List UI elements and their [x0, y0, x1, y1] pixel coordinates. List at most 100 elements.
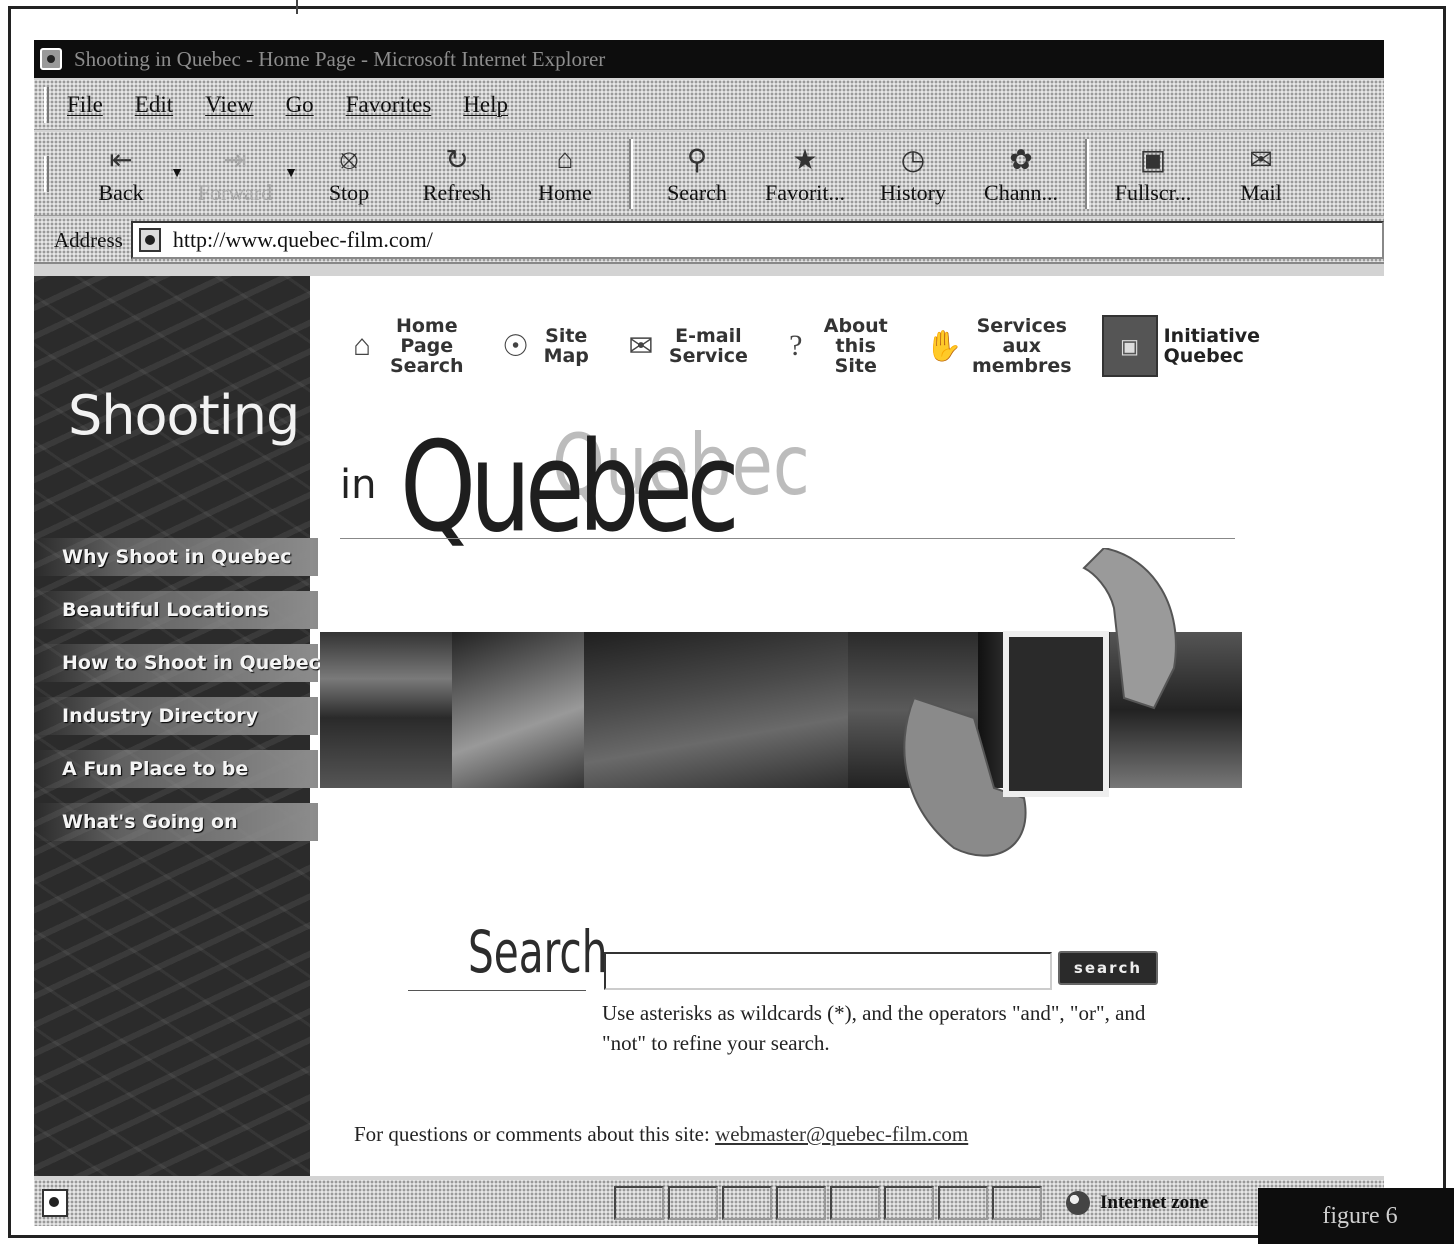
- search-toolbar-label: Search: [667, 179, 727, 205]
- address-input[interactable]: http://www.quebec-film.com/: [130, 221, 1384, 259]
- security-zone[interactable]: Internet zone: [1066, 1186, 1208, 1220]
- window-title: Shooting in Quebec - Home Page - Microso…: [74, 46, 606, 71]
- menubar-grip[interactable]: [44, 86, 49, 123]
- toolbar-separator: [1085, 138, 1089, 209]
- channels-button[interactable]: ✿ Chann...: [967, 136, 1075, 212]
- frame-tick: [296, 0, 298, 14]
- address-label: Address: [54, 227, 123, 252]
- stop-label: Stop: [328, 179, 370, 205]
- sidebar-link-fun-place[interactable]: A Fun Place to be: [34, 750, 318, 788]
- search-section: Search search Use asterisks as wildcards…: [34, 916, 1384, 1056]
- ie-app-icon[interactable]: [40, 48, 62, 70]
- fullscreen-label: Fullscr...: [1114, 179, 1192, 205]
- home-magnifier-icon: ⌂: [352, 329, 371, 362]
- menu-go[interactable]: Go: [286, 92, 314, 118]
- sidebar-link-locations[interactable]: Beautiful Locations: [34, 591, 318, 629]
- status-panel: [938, 1186, 988, 1220]
- sidebar-link-why-shoot[interactable]: Why Shoot in Quebec: [34, 538, 318, 576]
- figure-caption: figure 6: [1258, 1188, 1454, 1244]
- status-panels: [614, 1186, 1046, 1220]
- mail-icon: ✉: [1249, 144, 1273, 176]
- history-button[interactable]: ◷ History: [859, 136, 967, 212]
- sidebar-link-whats-going-on[interactable]: What's Going on: [34, 803, 318, 841]
- sidebar-link-industry-directory[interactable]: Industry Directory: [34, 697, 318, 735]
- photo-park: [584, 632, 848, 788]
- initiative-logo-icon: ▣: [1101, 315, 1158, 377]
- refresh-label: Refresh: [422, 179, 492, 205]
- back-arrow-icon: ⇤: [109, 144, 133, 176]
- nav-email-label: E-mail Service: [668, 325, 748, 367]
- status-panel: [614, 1186, 664, 1220]
- back-label: Back: [98, 179, 144, 205]
- nav-home-search-label: Home Page Search: [390, 315, 464, 377]
- nav-initiative-label: Initiative Quebec: [1163, 325, 1260, 367]
- question-house-icon: ?: [789, 329, 803, 362]
- nav-home-search[interactable]: ⌂ Home Page Search: [340, 316, 464, 376]
- page-content: Shooting Why Shoot in Quebec Beautiful L…: [34, 276, 1384, 1176]
- nav-services-membres[interactable]: ✋ Services aux membres: [922, 315, 1072, 377]
- nav-about-label: About this Site: [823, 315, 888, 377]
- favorites-folder-icon: ★: [792, 144, 818, 176]
- toolbar-separator: [629, 138, 633, 209]
- nav-initiative-quebec[interactable]: ▣ Initiative Quebec: [1101, 315, 1260, 377]
- home-label: Home: [538, 179, 592, 205]
- search-hint: Use asterisks as wildcards (*), and the …: [602, 1001, 1146, 1055]
- menu-file[interactable]: File: [67, 92, 103, 118]
- back-button[interactable]: ⇤ Back: [67, 136, 175, 212]
- menu-edit[interactable]: Edit: [135, 92, 173, 118]
- refresh-icon: ↻: [445, 144, 469, 176]
- search-button[interactable]: search: [1058, 951, 1158, 985]
- menu-favorites[interactable]: Favorites: [346, 92, 432, 118]
- browser-window: Shooting in Quebec - Home Page - Microso…: [34, 40, 1384, 1226]
- status-panel: [722, 1186, 772, 1220]
- menu-help[interactable]: Help: [463, 92, 508, 118]
- top-nav: ⌂ Home Page Search ☉ Site Map ✉ E-mail S…: [340, 306, 1290, 386]
- menu-view[interactable]: View: [205, 92, 253, 118]
- fullscreen-button[interactable]: ▣ Fullscr...: [1099, 136, 1207, 212]
- home-icon: ⌂: [556, 143, 574, 175]
- nav-about-site[interactable]: ? About this Site: [778, 316, 892, 376]
- hand-framing-graphic: [903, 548, 1177, 857]
- search-globe-icon: ⚲: [686, 144, 708, 176]
- refresh-button[interactable]: ↻ Refresh: [403, 136, 511, 212]
- nav-services-label: Services aux membres: [971, 315, 1072, 377]
- webmaster-email-link[interactable]: webmaster@quebec-film.com: [715, 1122, 968, 1146]
- standard-toolbar: ⇤ Back ▼ ⇥ Forward ▼ ⦻ Stop ↻ Refresh ⌂ …: [34, 132, 1384, 216]
- history-label: History: [880, 179, 946, 205]
- mail-button[interactable]: ✉ Mail: [1207, 136, 1315, 212]
- favorites-label: Favorit...: [764, 179, 846, 205]
- envelope-icon: ✉: [628, 329, 654, 363]
- status-page-icon: [42, 1189, 68, 1217]
- status-panel: [992, 1186, 1042, 1220]
- logo-in: in: [340, 462, 377, 508]
- forward-button[interactable]: ⇥ Forward: [181, 136, 289, 212]
- footer-text: For questions or comments about this sit…: [354, 1122, 716, 1146]
- status-panel: [830, 1186, 880, 1220]
- sidebar-link-how-to-shoot[interactable]: How to Shoot in Quebec: [34, 644, 320, 682]
- stop-button[interactable]: ⦻ Stop: [295, 136, 403, 212]
- channels-satellite-icon: ✿: [1009, 144, 1033, 176]
- favorites-button[interactable]: ★ Favorit...: [751, 136, 859, 212]
- status-panel: [776, 1186, 826, 1220]
- channels-label: Chann...: [984, 179, 1058, 205]
- mail-label: Mail: [1240, 179, 1282, 205]
- status-bar: Internet zone: [34, 1180, 1384, 1226]
- search-toolbar-button[interactable]: ⚲ Search: [643, 136, 751, 212]
- compass-icon: ☉: [502, 329, 530, 363]
- page-icon: [138, 228, 161, 252]
- search-input[interactable]: [604, 952, 1052, 990]
- menu-bar: File Edit View Go Favorites Help: [34, 80, 1384, 130]
- nav-site-map-label: Site Map: [543, 325, 589, 367]
- photo-street: [452, 632, 584, 788]
- history-icon: ◷: [900, 144, 926, 176]
- search-rule: [408, 990, 586, 991]
- sidebar-nav: Why Shoot in Quebec Beautiful Locations …: [34, 538, 320, 856]
- forward-arrow-icon: ⇥: [223, 144, 247, 176]
- fullscreen-icon: ▣: [1139, 144, 1167, 176]
- nav-site-map[interactable]: ☉ Site Map: [494, 324, 589, 368]
- sidebar-title: Shooting: [68, 384, 300, 447]
- toolbar-grip[interactable]: [44, 155, 49, 192]
- nav-email-service[interactable]: ✉ E-mail Service: [619, 324, 748, 368]
- address-url[interactable]: http://www.quebec-film.com/: [173, 227, 433, 253]
- home-button[interactable]: ⌂ Home: [511, 136, 619, 212]
